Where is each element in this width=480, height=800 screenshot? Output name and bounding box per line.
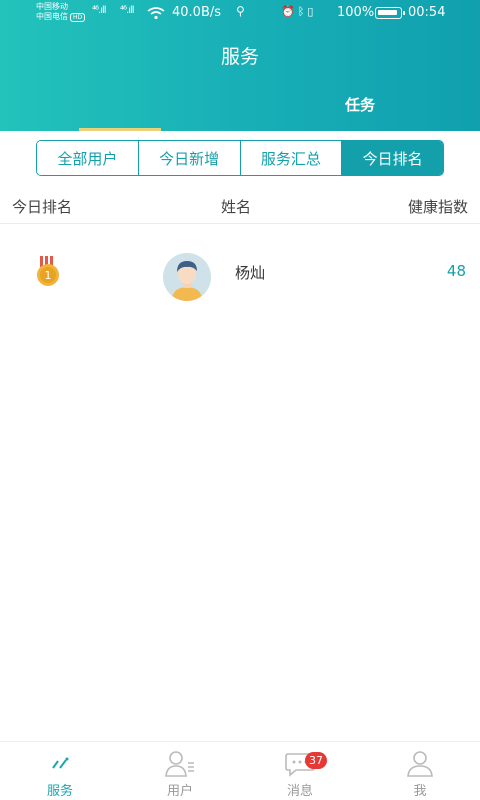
bottom-nav: 服务 用户 消息 我 37 xyxy=(0,741,480,800)
message-count-badge: 37 xyxy=(305,752,327,769)
nav-service[interactable]: 服务 xyxy=(0,742,120,800)
filter-new-today[interactable]: 今日新增 xyxy=(138,141,241,175)
status-bar: 中国移动 中国电信 HD ⁴⁶.ıll ⁴⁶.ıll 40.0B/s ⚲ ⏰ᛒ▯ … xyxy=(0,0,480,26)
page-title: 服务 xyxy=(220,46,259,68)
medal-rank: 1 xyxy=(45,269,52,282)
tab-indicator xyxy=(79,128,161,131)
profile-icon xyxy=(407,751,433,777)
carrier-1: 中国移动 xyxy=(36,2,68,11)
avatar xyxy=(163,253,211,301)
table-header: 今日排名 姓名 健康指数 xyxy=(0,188,480,224)
column-rank: 今日排名 xyxy=(12,198,73,216)
header: 中国移动 中国电信 HD ⁴⁶.ıll ⁴⁶.ıll 40.0B/s ⚲ ⏰ᛒ▯ … xyxy=(0,0,480,131)
users-icon xyxy=(165,751,194,777)
nav-users-label: 用户 xyxy=(166,784,193,799)
battery-percent: 100% xyxy=(337,5,375,20)
hd-badge: HD xyxy=(70,13,86,22)
clock: 00:54 xyxy=(408,5,446,20)
health-score: 48 xyxy=(446,262,466,280)
battery-icon xyxy=(375,7,405,19)
carrier-2: 中国电信 HD xyxy=(36,12,86,22)
bluetooth-icon: ᛒ xyxy=(297,5,308,18)
tab-tasks[interactable]: 任务 xyxy=(330,94,390,115)
filter-service-summary[interactable]: 服务汇总 xyxy=(240,141,343,175)
wifi-icon xyxy=(147,5,165,24)
nav-profile-label: 我 xyxy=(413,784,427,799)
vibrate-icon: ▯ xyxy=(307,5,317,18)
signal-icon-1: ⁴⁶.ıll xyxy=(92,5,106,16)
gold-medal-icon: 1 xyxy=(34,256,62,288)
nav-service-label: 服务 xyxy=(46,784,73,799)
alarm-icon: ⏰ xyxy=(281,5,298,18)
filter-segmented-control: 全部用户 今日新增 服务汇总 今日排名 xyxy=(36,140,444,176)
usb-icon: ⚲ xyxy=(236,4,245,18)
service-icon xyxy=(52,757,69,769)
filter-all-users[interactable]: 全部用户 xyxy=(37,141,139,175)
carrier-info: 中国移动 中国电信 HD xyxy=(36,2,86,22)
user-name: 杨灿 xyxy=(235,264,266,282)
nav-messages-label: 消息 xyxy=(286,784,313,799)
column-name: 姓名 xyxy=(221,198,252,216)
table-row[interactable]: 1 杨灿 48 xyxy=(0,242,480,302)
nav-messages[interactable]: 消息 xyxy=(240,742,360,800)
column-score: 健康指数 xyxy=(407,198,468,216)
filter-today-ranking[interactable]: 今日排名 xyxy=(342,141,443,175)
status-icons: ⏰ᛒ▯ xyxy=(281,5,316,18)
nav-profile[interactable]: 我 xyxy=(360,742,480,800)
net-speed: 40.0B/s xyxy=(172,5,222,20)
signal-icon-2: ⁴⁶.ıll xyxy=(120,5,134,16)
nav-users[interactable]: 用户 xyxy=(120,742,240,800)
tab-left[interactable] xyxy=(79,96,161,131)
